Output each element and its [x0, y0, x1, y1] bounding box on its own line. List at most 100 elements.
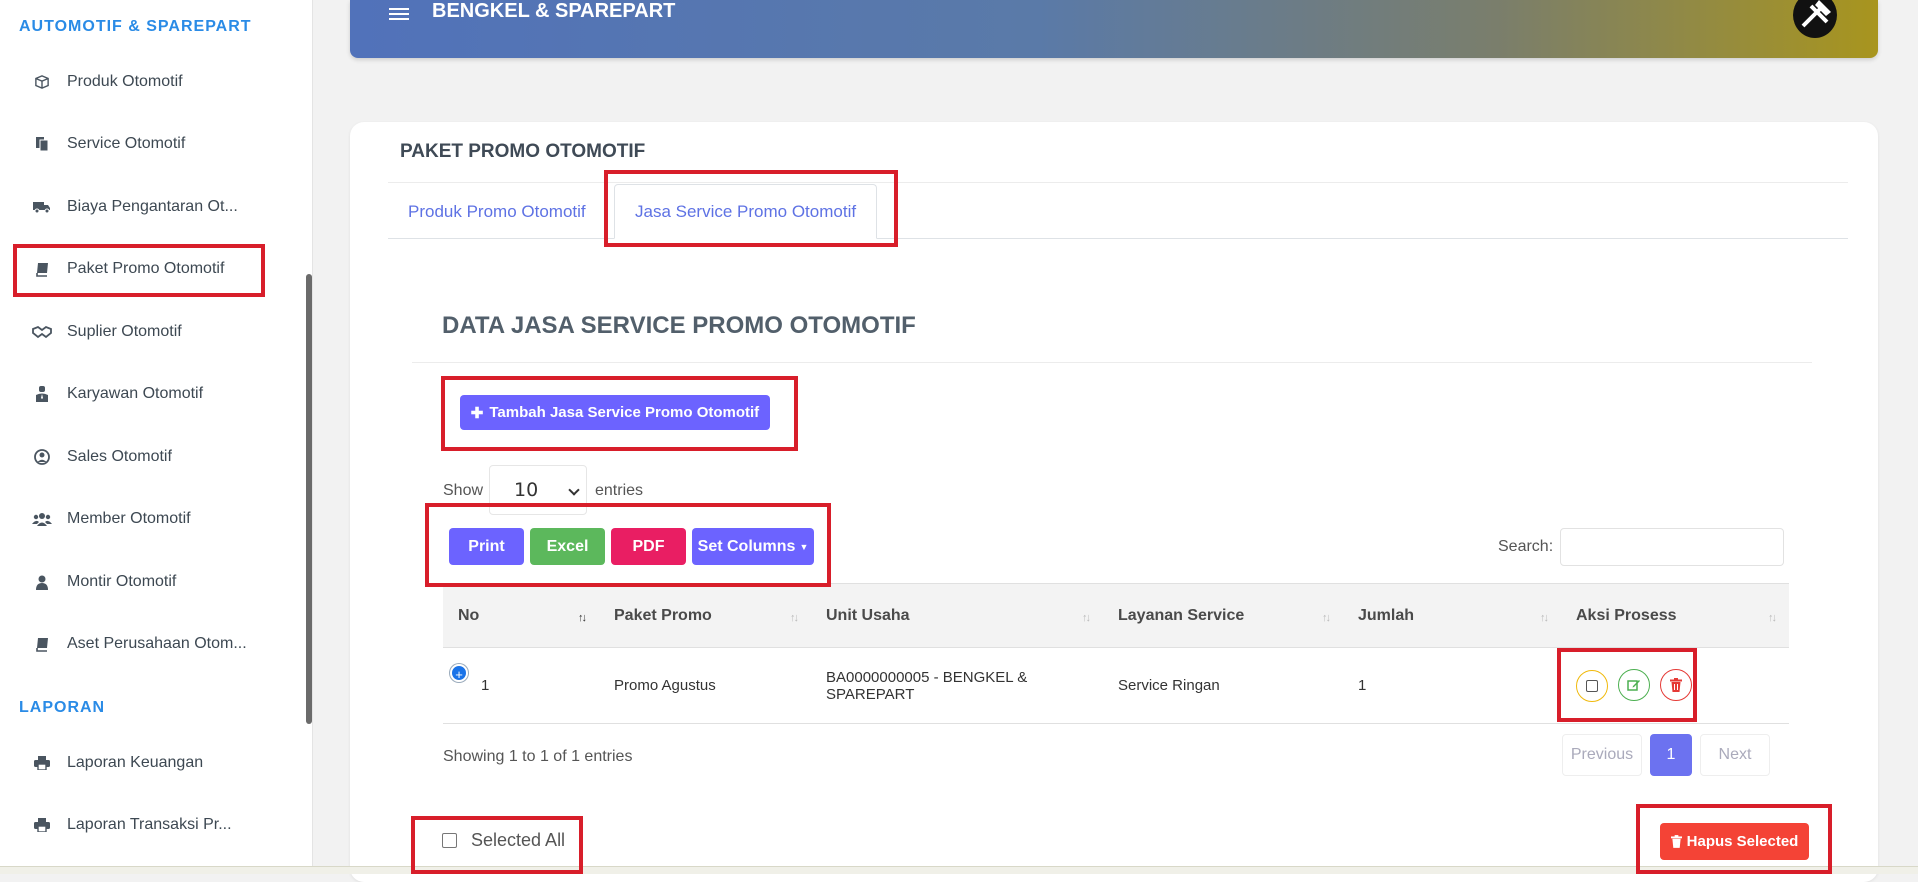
sidebar-item-label: Biaya Pengantaran Ot... — [67, 198, 238, 215]
sidebar: AUTOMOTIF & SPAREPART Produk Otomotif Se… — [0, 0, 313, 874]
divider — [388, 182, 1848, 183]
printer-icon — [30, 754, 54, 772]
cell-jumlah: 1 — [1343, 647, 1561, 724]
hamburger-menu-icon[interactable] — [389, 8, 411, 24]
handshake-icon — [30, 323, 54, 341]
sidebar-item-biaya-pengantaran[interactable]: Biaya Pengantaran Ot... — [15, 183, 263, 231]
sidebar-item-label: Produk Otomotif — [67, 73, 183, 90]
hapus-selected-label: Hapus Selected — [1686, 833, 1799, 850]
pagination-page-1[interactable]: 1 — [1650, 734, 1692, 776]
sidebar-item-karyawan[interactable]: Karyawan Otomotif — [15, 370, 263, 418]
search-label: Search: — [1498, 538, 1554, 555]
selected-all-control[interactable]: Selected All — [442, 830, 565, 851]
table-row: + 1 Promo Agustus BA0000000005 - BENGKEL… — [443, 647, 1789, 724]
sidebar-item-paket-promo[interactable]: Paket Promo Otomotif — [15, 245, 263, 293]
sidebar-item-suplier[interactable]: Suplier Otomotif — [15, 308, 263, 356]
cell-paket-promo: Promo Agustus — [599, 647, 811, 724]
sort-icon: ↑↓ — [1322, 612, 1331, 624]
entries-value: 10 — [514, 479, 539, 501]
user-icon — [30, 573, 54, 591]
col-layanan-service-label: Layanan Service — [1118, 606, 1245, 624]
sort-icon: ↑↓ — [1768, 612, 1777, 624]
add-button-label: Tambah Jasa Service Promo Otomotif — [489, 404, 760, 421]
sidebar-scrollbar[interactable] — [306, 274, 312, 724]
printer-icon — [30, 816, 54, 834]
divider — [412, 362, 1812, 363]
section-title: DATA JASA SERVICE PROMO OTOMOTIF — [442, 312, 916, 339]
table-info: Showing 1 to 1 of 1 entries — [443, 748, 633, 765]
cell-unit-usaha-line2: SPAREPART — [826, 685, 915, 703]
sidebar-item-label: Suplier Otomotif — [67, 323, 182, 340]
brand-title: BENGKEL & SPAREPART — [432, 0, 676, 22]
tab-produk-promo[interactable]: Produk Promo Otomotif — [408, 184, 586, 239]
edit-button[interactable] — [1618, 669, 1651, 701]
col-no[interactable]: No ↑↓ — [443, 583, 599, 648]
users-icon — [30, 510, 54, 528]
sidebar-item-laporan-keuangan[interactable]: Laporan Keuangan — [15, 739, 263, 787]
hapus-selected-button[interactable]: Hapus Selected — [1660, 823, 1809, 860]
sidebar-item-label: Member Otomotif — [67, 510, 191, 527]
entries-select[interactable]: 10 — [489, 465, 587, 515]
content-card: PAKET PROMO OTOMOTIF Produk Promo Otomot… — [350, 122, 1878, 882]
col-jumlah-label: Jumlah — [1358, 606, 1415, 624]
col-unit-usaha[interactable]: Unit Usaha ↑↓ — [811, 583, 1103, 648]
sidebar-item-produk-otomotif[interactable]: Produk Otomotif — [15, 58, 263, 106]
col-paket-promo[interactable]: Paket Promo ↑↓ — [599, 583, 811, 648]
pagination-previous[interactable]: Previous — [1562, 734, 1642, 776]
entries-label: entries — [595, 482, 644, 499]
print-button[interactable]: Print — [449, 528, 524, 565]
add-jasa-service-button[interactable]: ✚ Tambah Jasa Service Promo Otomotif — [460, 395, 770, 430]
search-input[interactable] — [1560, 528, 1784, 566]
selected-all-checkbox[interactable] — [442, 833, 457, 848]
cell-no-value: 1 — [481, 677, 490, 694]
delete-button[interactable] — [1660, 669, 1693, 701]
sidebar-heading-automotif: AUTOMOTIF & SPAREPART — [19, 18, 252, 35]
select-row-button[interactable] — [1576, 670, 1608, 702]
show-label: Show — [443, 482, 484, 499]
sidebar-item-sales[interactable]: Sales Otomotif — [15, 433, 263, 481]
pdf-button[interactable]: PDF — [611, 528, 686, 565]
table-header-row: No ↑↓ Paket Promo ↑↓ Unit Usaha ↑↓ Layanan … — [443, 583, 1789, 648]
col-aksi-prosess-label: Aksi Prosess — [1576, 606, 1677, 624]
edit-icon — [1627, 680, 1641, 691]
browser-bottom-edge — [0, 866, 1918, 874]
set-columns-button[interactable]: Set Columns ▼ — [692, 528, 814, 565]
expand-row-icon[interactable]: + — [450, 664, 468, 682]
sidebar-heading-laporan: LAPORAN — [19, 699, 106, 716]
truck-icon — [30, 198, 54, 216]
sort-asc-icon: ↑↓ — [578, 612, 587, 624]
sort-icon: ↑↓ — [1540, 612, 1549, 624]
sidebar-item-label: Paket Promo Otomotif — [67, 260, 225, 277]
sidebar-item-aset-perusahaan[interactable]: Aset Perusahaan Otom... — [15, 620, 263, 668]
sidebar-item-label: Montir Otomotif — [67, 573, 177, 590]
cell-aksi — [1561, 647, 1789, 724]
sidebar-item-label: Laporan Keuangan — [67, 754, 204, 771]
page-title: PAKET PROMO OTOMOTIF — [400, 141, 646, 162]
set-columns-label: Set Columns — [697, 537, 796, 555]
sidebar-item-montir[interactable]: Montir Otomotif — [15, 558, 263, 606]
avatar[interactable] — [1793, 0, 1837, 38]
book-icon — [30, 635, 54, 653]
chevron-down-icon — [568, 484, 580, 496]
data-table: No ↑↓ Paket Promo ↑↓ Unit Usaha ↑↓ Layanan … — [443, 583, 1789, 724]
sidebar-item-service-otomotif[interactable]: Service Otomotif — [15, 120, 263, 168]
pagination-next[interactable]: Next — [1700, 734, 1770, 776]
col-layanan-service[interactable]: Layanan Service ↑↓ — [1103, 583, 1343, 648]
sidebar-item-label: Service Otomotif — [67, 135, 186, 152]
sidebar-item-laporan-transaksi[interactable]: Laporan Transaksi Pr... — [15, 801, 263, 849]
cell-layanan-service: Service Ringan — [1103, 647, 1343, 724]
cell-unit-usaha-line1: BA0000000005 - BENGKEL & — [826, 668, 1028, 686]
sidebar-item-member[interactable]: Member Otomotif — [15, 495, 263, 543]
col-aksi-prosess[interactable]: Aksi Prosess ↑↓ — [1561, 583, 1789, 648]
caret-down-icon: ▼ — [799, 541, 809, 552]
topbar: BENGKEL & SPAREPART — [350, 0, 1878, 58]
tab-jasa-service-promo[interactable]: Jasa Service Promo Otomotif — [614, 184, 878, 239]
book-icon — [30, 260, 54, 278]
sort-icon: ↑↓ — [790, 612, 799, 624]
sidebar-item-label: Sales Otomotif — [67, 448, 172, 465]
excel-button[interactable]: Excel — [530, 528, 605, 565]
sort-icon: ↑↓ — [1082, 612, 1091, 624]
col-jumlah[interactable]: Jumlah ↑↓ — [1343, 583, 1561, 648]
trash-icon — [1670, 835, 1682, 848]
col-unit-usaha-label: Unit Usaha — [826, 606, 910, 624]
